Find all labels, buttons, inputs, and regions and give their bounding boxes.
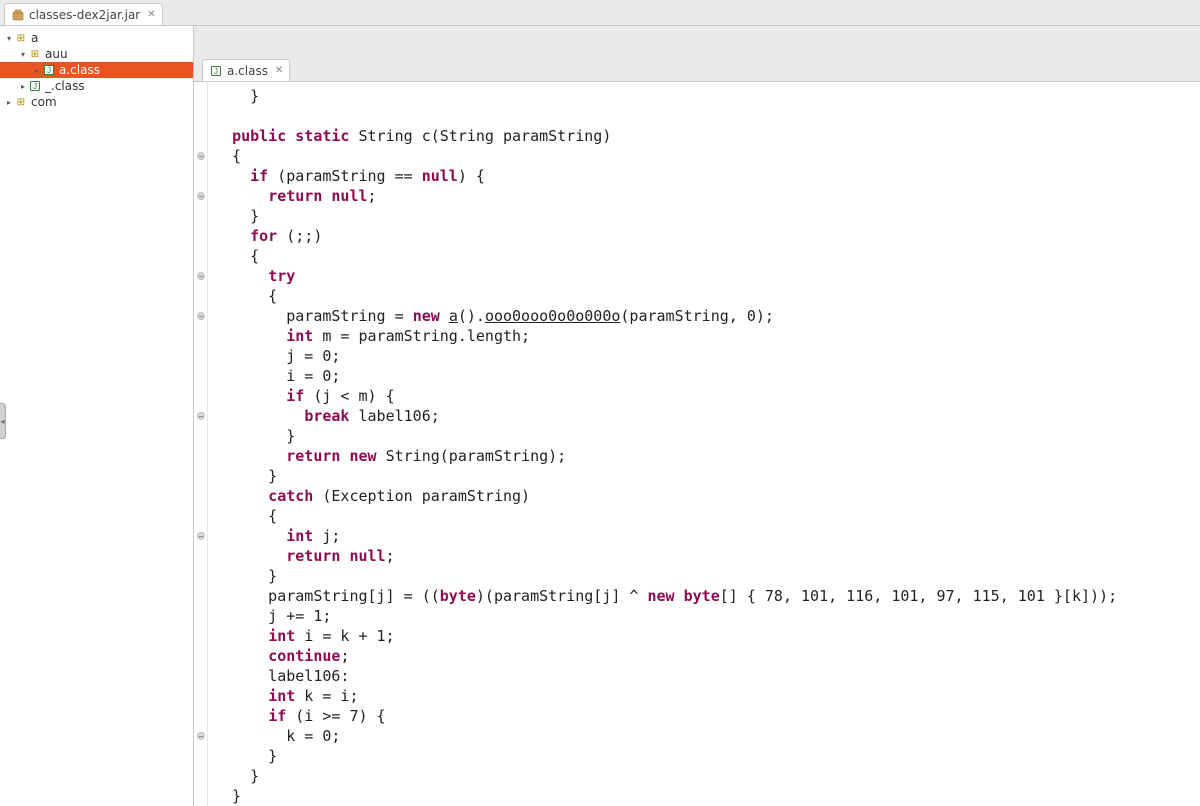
fold-marker: [194, 206, 208, 226]
tree-node-auu[interactable]: ▾ ⊞ auu: [0, 46, 193, 62]
expander-icon[interactable]: ▸: [4, 98, 14, 107]
tree-label: a: [31, 31, 38, 45]
fold-marker[interactable]: [194, 146, 208, 166]
fold-marker: [194, 586, 208, 606]
fold-marker[interactable]: [194, 306, 208, 326]
fold-marker: [194, 566, 208, 586]
svg-text:J: J: [33, 82, 37, 91]
class-icon: J: [42, 63, 56, 77]
fold-marker: [194, 386, 208, 406]
fold-marker: [194, 746, 208, 766]
package-icon: ⊞: [14, 95, 28, 109]
expander-icon[interactable]: ▸: [18, 82, 28, 91]
svg-text:J: J: [214, 67, 218, 76]
editor-area: J a.class ✕ } public static String c(Str…: [194, 26, 1200, 806]
fold-gutter[interactable]: [194, 82, 208, 806]
fold-marker: [194, 166, 208, 186]
fold-marker: [194, 286, 208, 306]
fold-marker[interactable]: [194, 526, 208, 546]
fold-marker: [194, 426, 208, 446]
fold-marker[interactable]: [194, 186, 208, 206]
fold-marker: [194, 706, 208, 726]
package-explorer[interactable]: ▾ ⊞ a ▾ ⊞ auu ▸ J a.class ▸ J _.class: [0, 26, 194, 806]
editor-tab-bar: J a.class ✕: [194, 26, 1200, 82]
fold-marker: [194, 226, 208, 246]
expander-icon[interactable]: ▾: [18, 50, 28, 59]
fold-marker: [194, 466, 208, 486]
fold-marker: [194, 666, 208, 686]
fold-marker: [194, 766, 208, 786]
left-drawer-handle[interactable]: ◂: [0, 403, 6, 439]
top-tab[interactable]: classes-dex2jar.jar ✕: [4, 3, 163, 25]
fold-marker: [194, 626, 208, 646]
editor: } public static String c(String paramStr…: [194, 82, 1200, 806]
tree-label: _.class: [45, 79, 85, 93]
editor-tab-label: a.class: [227, 64, 268, 78]
tree-label: a.class: [59, 63, 100, 77]
class-icon: J: [28, 79, 42, 93]
fold-marker[interactable]: [194, 726, 208, 746]
fold-marker: [194, 446, 208, 466]
jar-icon: [11, 8, 25, 22]
fold-marker: [194, 366, 208, 386]
close-icon[interactable]: ✕: [144, 9, 155, 20]
fold-marker: [194, 86, 208, 106]
fold-marker: [194, 546, 208, 566]
fold-marker[interactable]: [194, 406, 208, 426]
top-tab-label: classes-dex2jar.jar: [29, 8, 140, 22]
class-icon: J: [209, 64, 223, 78]
package-icon: ⊞: [28, 47, 42, 61]
fold-marker: [194, 646, 208, 666]
fold-marker: [194, 326, 208, 346]
fold-marker: [194, 246, 208, 266]
tree-node-a-class[interactable]: ▸ J a.class: [0, 62, 193, 78]
tree-node-underscore-class[interactable]: ▸ J _.class: [0, 78, 193, 94]
fold-marker[interactable]: [194, 266, 208, 286]
close-icon[interactable]: ✕: [272, 65, 283, 76]
tree-node-a[interactable]: ▾ ⊞ a: [0, 30, 193, 46]
fold-marker: [194, 126, 208, 146]
tree-label: auu: [45, 47, 68, 61]
expander-icon[interactable]: ▾: [4, 34, 14, 43]
fold-marker: [194, 346, 208, 366]
expander-icon[interactable]: ▸: [32, 66, 42, 75]
top-tab-bar: classes-dex2jar.jar ✕: [0, 0, 1200, 26]
fold-marker: [194, 786, 208, 806]
package-icon: ⊞: [14, 31, 28, 45]
tree-label: com: [31, 95, 57, 109]
fold-marker: [194, 486, 208, 506]
tree-node-com[interactable]: ▸ ⊞ com: [0, 94, 193, 110]
code-view[interactable]: } public static String c(String paramStr…: [208, 82, 1200, 806]
fold-marker: [194, 506, 208, 526]
editor-tab[interactable]: J a.class ✕: [202, 59, 290, 81]
fold-marker: [194, 606, 208, 626]
main-area: ▾ ⊞ a ▾ ⊞ auu ▸ J a.class ▸ J _.class: [0, 26, 1200, 806]
svg-text:J: J: [47, 66, 51, 75]
fold-marker: [194, 106, 208, 126]
fold-marker: [194, 686, 208, 706]
